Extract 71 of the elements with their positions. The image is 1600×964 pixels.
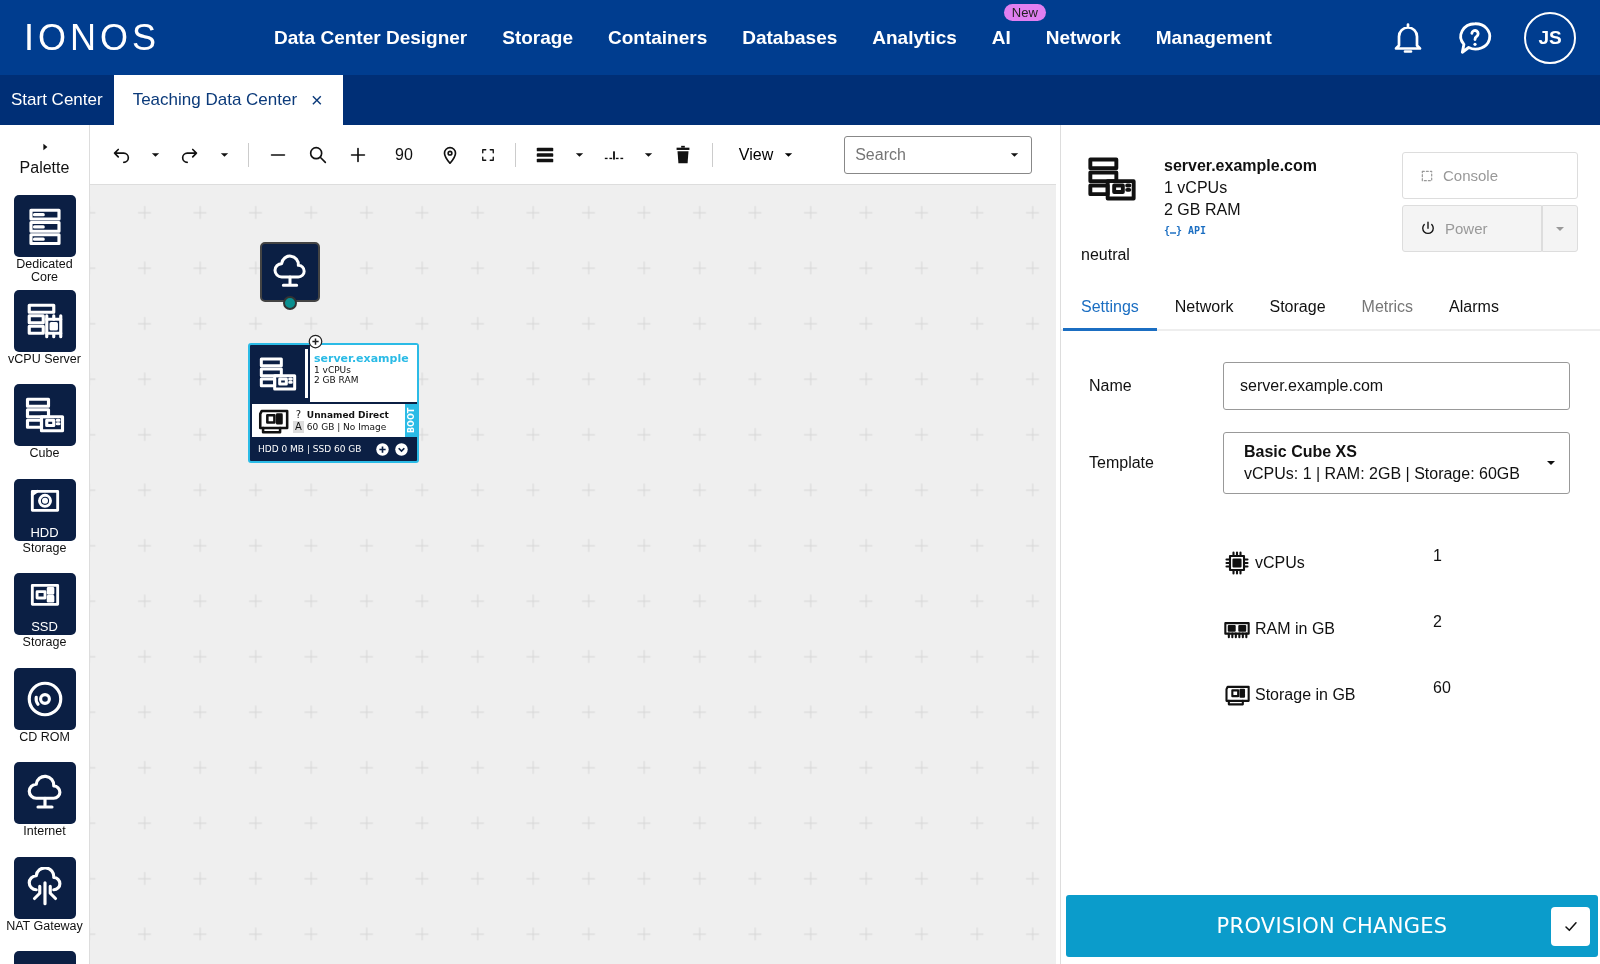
- server-spec: 1 vCPUs: [314, 365, 352, 375]
- expand-icon[interactable]: [40, 143, 49, 151]
- resource-value: 1: [1433, 547, 1442, 565]
- palette-caption: Dedicated Core: [15, 258, 74, 284]
- field-label: Name: [1089, 377, 1133, 395]
- volume-name: Unnamed Direct: [306, 408, 389, 421]
- design-canvas[interactable]: server.example 1 vCPUs 2 GB RAM ? A Unnamed Direct 60 GB | No Image BOOT HDD 0 MB | SSD 60 GB: [90, 184, 1056, 964]
- storage-summary: HDD 0 MB | SSD 60 GB: [258, 444, 363, 454]
- internet-node[interactable]: [260, 242, 320, 302]
- view-menu-button[interactable]: View: [730, 145, 803, 164]
- server-spec: 1 vCPUs: [1164, 178, 1229, 198]
- chip-icon: [1223, 549, 1251, 577]
- palette-tile[interactable]: [13, 384, 76, 446]
- nav-link[interactable]: Management: [1155, 26, 1272, 49]
- palette-caption: vCPU Server: [7, 352, 82, 366]
- tab[interactable]: Teaching Data Center ×: [113, 75, 343, 125]
- logo[interactable]: IONOS: [24, 16, 274, 59]
- palette-caption: Cube: [28, 447, 61, 460]
- server-state: neutral: [1081, 246, 1131, 264]
- nav-link[interactable]: Containers: [608, 26, 708, 49]
- tab[interactable]: Alarms: [1431, 290, 1517, 329]
- server-spec: 2 GB RAM: [1164, 200, 1242, 220]
- close-tab-button[interactable]: ×: [311, 88, 323, 112]
- add-icon[interactable]: [375, 441, 390, 457]
- palette-caption: NAT Gateway: [5, 919, 84, 933]
- expand-icon[interactable]: [394, 441, 409, 457]
- template-dropdown[interactable]: Basic Cube XS vCPUs: 1 | RAM: 2GB | Storage: 60GB: [1223, 432, 1570, 494]
- server-node[interactable]: server.example 1 vCPUs 2 GB RAM ? A Unnamed Direct 60 GB | No Image BOOT HDD 0 MB | SSD 60 GB: [248, 343, 419, 463]
- tab[interactable]: Network: [1156, 290, 1252, 329]
- resource-value: 2: [1433, 613, 1442, 631]
- tab[interactable]: Start Center: [0, 75, 114, 125]
- palette-tile[interactable]: [13, 289, 76, 352]
- resource-label: Storage in GB: [1255, 686, 1356, 704]
- name-field[interactable]: server.example.com: [1223, 362, 1570, 410]
- server-name: server.example.com: [1164, 156, 1317, 176]
- palette-tile[interactable]: HDD: [13, 478, 76, 541]
- tab[interactable]: Storage: [1251, 290, 1344, 329]
- volume-detail: 60 GB | No Image: [306, 420, 388, 433]
- confirm-check-button[interactable]: [1551, 907, 1590, 946]
- nav-link[interactable]: Analytics: [872, 26, 957, 49]
- palette-caption: CD ROM: [18, 730, 71, 744]
- nav-link[interactable]: Databases: [742, 26, 838, 49]
- palette-caption: Storage: [21, 636, 68, 649]
- nav-link[interactable]: Storage: [502, 26, 573, 49]
- boot-label: BOOT: [405, 404, 417, 437]
- user-avatar[interactable]: JS: [1524, 11, 1576, 64]
- zoom-level: 90: [395, 145, 413, 164]
- search-field[interactable]: Search: [844, 135, 1033, 174]
- add-icon[interactable]: [308, 334, 323, 349]
- field-label: Template: [1089, 454, 1155, 472]
- resource-label: vCPUs: [1255, 554, 1305, 572]
- palette-tile[interactable]: [13, 762, 76, 824]
- palette-title: Palette: [19, 159, 70, 177]
- resource-label: RAM in GB: [1255, 620, 1335, 638]
- server-spec: 2 GB RAM: [314, 375, 360, 385]
- nav-link[interactable]: Network: [1045, 26, 1121, 49]
- palette-tile[interactable]: [13, 856, 76, 919]
- palette-caption: Storage: [21, 541, 68, 555]
- volume-row[interactable]: ? A Unnamed Direct 60 GB | No Image: [252, 404, 405, 437]
- resource-value: 60: [1433, 679, 1451, 697]
- server-name: server.example: [314, 352, 410, 365]
- palette-tile[interactable]: [13, 195, 76, 257]
- tab[interactable]: Settings: [1063, 290, 1157, 331]
- volume-status: ?: [295, 408, 302, 421]
- palette-tile[interactable]: SSD: [13, 573, 76, 635]
- palette-caption: Internet: [22, 825, 67, 838]
- nav-link[interactable]: Data Center Designer: [274, 26, 468, 49]
- api-link[interactable]: {…} API: [1164, 225, 1317, 236]
- volume-letter: A: [293, 420, 304, 433]
- palette-tile[interactable]: [13, 667, 76, 730]
- new-badge: New: [1003, 3, 1046, 21]
